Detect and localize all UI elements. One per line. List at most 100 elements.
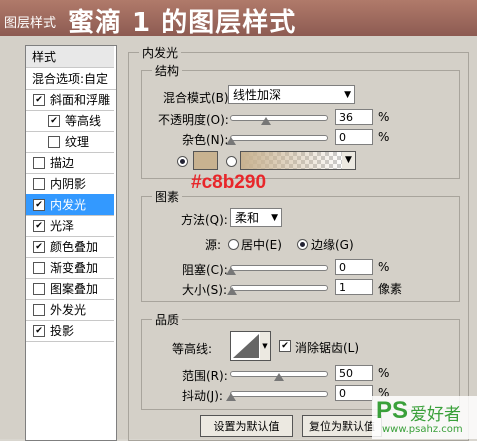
antialias-label: 消除锯齿(L): [295, 341, 360, 355]
sidebar-item[interactable]: 描边: [26, 152, 114, 174]
title-bar: 图层样式 蜜滴 1 的图层样式: [0, 0, 477, 38]
sidebar-item[interactable]: ✔ 投影: [26, 320, 114, 342]
sidebar-item[interactable]: 内阴影: [26, 173, 114, 195]
contour-dropdown[interactable]: ▼: [260, 331, 271, 361]
sidebar-item-label: 外发光: [50, 303, 87, 317]
chevron-down-icon: ▼: [271, 213, 278, 223]
sidebar-item[interactable]: 图案叠加: [26, 278, 114, 300]
blend-mode-select[interactable]: 线性加深 ▼: [228, 85, 355, 104]
dialog-title: 图层样式: [4, 16, 57, 31]
jitter-input[interactable]: 0: [335, 385, 373, 401]
choke-input[interactable]: 0: [335, 259, 373, 275]
sidebar-item[interactable]: ✔ 光泽: [26, 215, 114, 237]
sidebar-item-label: 内阴影: [50, 177, 87, 191]
method-select[interactable]: 柔和 ▼: [230, 208, 282, 227]
sidebar-item-checkbox[interactable]: ✔: [33, 219, 45, 232]
sidebar-item-label: 投影: [50, 324, 75, 338]
sidebar-item[interactable]: 纹理: [26, 131, 114, 153]
opacity-label: 不透明度(O):: [158, 113, 229, 127]
chevron-down-icon: ▼: [345, 155, 352, 165]
gradient-radio[interactable]: [226, 156, 237, 167]
quality-title: 品质: [155, 313, 180, 327]
size-label: 大小(S):: [182, 283, 228, 297]
noise-slider[interactable]: [230, 135, 328, 141]
elements-title: 图素: [155, 190, 180, 204]
opacity-slider-thumb[interactable]: [260, 117, 271, 125]
sidebar-item[interactable]: ✔ 内发光: [26, 194, 114, 216]
make-default-button[interactable]: 设置为默认值: [200, 415, 293, 437]
contour-picker[interactable]: [230, 331, 262, 361]
sidebar-item-checkbox[interactable]: ✔: [33, 324, 45, 337]
noise-label: 杂色(N):: [182, 133, 229, 147]
size-input[interactable]: 1: [335, 279, 373, 295]
source-center-label: 居中(E): [241, 238, 282, 252]
source-edge-label: 边缘(G): [311, 238, 354, 252]
chevron-down-icon: ▼: [344, 90, 351, 100]
source-center-radio[interactable]: [228, 239, 239, 250]
sidebar-item[interactable]: 渐变叠加: [26, 257, 114, 279]
sidebar-item-checkbox[interactable]: ✔: [48, 114, 60, 127]
solid-color-radio[interactable]: [177, 156, 188, 167]
opacity-input[interactable]: 36: [335, 109, 373, 125]
sidebar-item-checkbox[interactable]: ✔: [33, 240, 45, 253]
sidebar-item[interactable]: ✔ 等高线: [26, 110, 114, 132]
watermark-text: 爱好者: [410, 405, 461, 425]
watermark-url: www.psahz.com: [382, 424, 463, 435]
chevron-down-icon: ▼: [262, 342, 268, 350]
sidebar-item-checkbox[interactable]: ✔: [33, 198, 45, 211]
structure-title: 结构: [155, 64, 180, 78]
sidebar-item-checkbox[interactable]: [33, 303, 45, 316]
blend-mode-label: 混合模式(B):: [163, 91, 233, 105]
inner-glow-title: 内发光: [142, 46, 179, 60]
gradient-dropdown[interactable]: ▼: [342, 151, 356, 170]
glow-color-swatch[interactable]: [193, 151, 218, 170]
contour-label: 等高线:: [172, 342, 213, 356]
size-slider-thumb[interactable]: [226, 287, 237, 295]
sidebar-item-label: 纹理: [65, 135, 90, 149]
sidebar-item-checkbox[interactable]: [33, 282, 45, 295]
sidebar-item-checkbox[interactable]: ✔: [33, 93, 45, 106]
noise-slider-thumb[interactable]: [226, 137, 236, 145]
reset-default-button[interactable]: 复位为默认值: [302, 415, 382, 437]
styles-header[interactable]: 样式: [26, 46, 114, 68]
sidebar-item[interactable]: 混合选项:自定: [26, 68, 116, 90]
range-label: 范围(R):: [182, 369, 228, 383]
watermark-logo: PS: [376, 397, 409, 424]
sidebar-item-label: 图案叠加: [50, 282, 99, 296]
range-slider-thumb[interactable]: [274, 373, 284, 381]
styles-sidebar: 样式 混合选项:自定 ✔ 斜面和浮雕 ✔ 等高线纹理描边内阴影 ✔ 内发光 ✔ 光泽 ✔ 颜色叠加渐…: [25, 45, 117, 441]
opacity-slider[interactable]: [230, 115, 328, 121]
sidebar-item-checkbox[interactable]: [33, 156, 45, 169]
sidebar-item-checkbox[interactable]: [33, 177, 45, 190]
overlay-title: 蜜滴 1 的图层样式: [68, 8, 297, 38]
source-label: 源:: [205, 238, 222, 252]
antialias-checkbox[interactable]: ✔: [279, 340, 291, 352]
jitter-slider-thumb[interactable]: [226, 393, 236, 401]
contour-curve-icon: [233, 334, 259, 358]
noise-input[interactable]: 0: [335, 129, 373, 145]
gradient-swatch[interactable]: [240, 151, 344, 170]
sidebar-item-label: 内发光: [50, 198, 87, 212]
sidebar-item-label: 光泽: [50, 219, 75, 233]
size-slider[interactable]: [230, 285, 328, 291]
jitter-label: 抖动(J):: [182, 389, 223, 403]
size-unit: 像素: [378, 282, 403, 296]
sidebar-item[interactable]: 外发光: [26, 299, 114, 321]
noise-unit: %: [378, 130, 390, 144]
choke-slider[interactable]: [230, 265, 328, 271]
sidebar-item[interactable]: ✔ 斜面和浮雕: [26, 89, 114, 111]
site-watermark: PS 爱好者 www.psahz.com: [372, 396, 477, 439]
jitter-slider[interactable]: [230, 391, 328, 397]
sidebar-item-label: 混合选项:自定: [32, 72, 109, 86]
choke-unit: %: [378, 260, 390, 274]
sidebar-item-label: 渐变叠加: [50, 261, 99, 275]
range-unit: %: [378, 366, 390, 380]
source-edge-radio[interactable]: [297, 239, 308, 250]
opacity-unit: %: [378, 110, 390, 124]
sidebar-item-checkbox[interactable]: [33, 261, 45, 274]
sidebar-item[interactable]: ✔ 颜色叠加: [26, 236, 114, 258]
choke-slider-thumb[interactable]: [226, 267, 236, 275]
sidebar-item-checkbox[interactable]: [48, 135, 60, 148]
range-input[interactable]: 50: [335, 365, 373, 381]
sidebar-item-label: 颜色叠加: [50, 240, 99, 254]
